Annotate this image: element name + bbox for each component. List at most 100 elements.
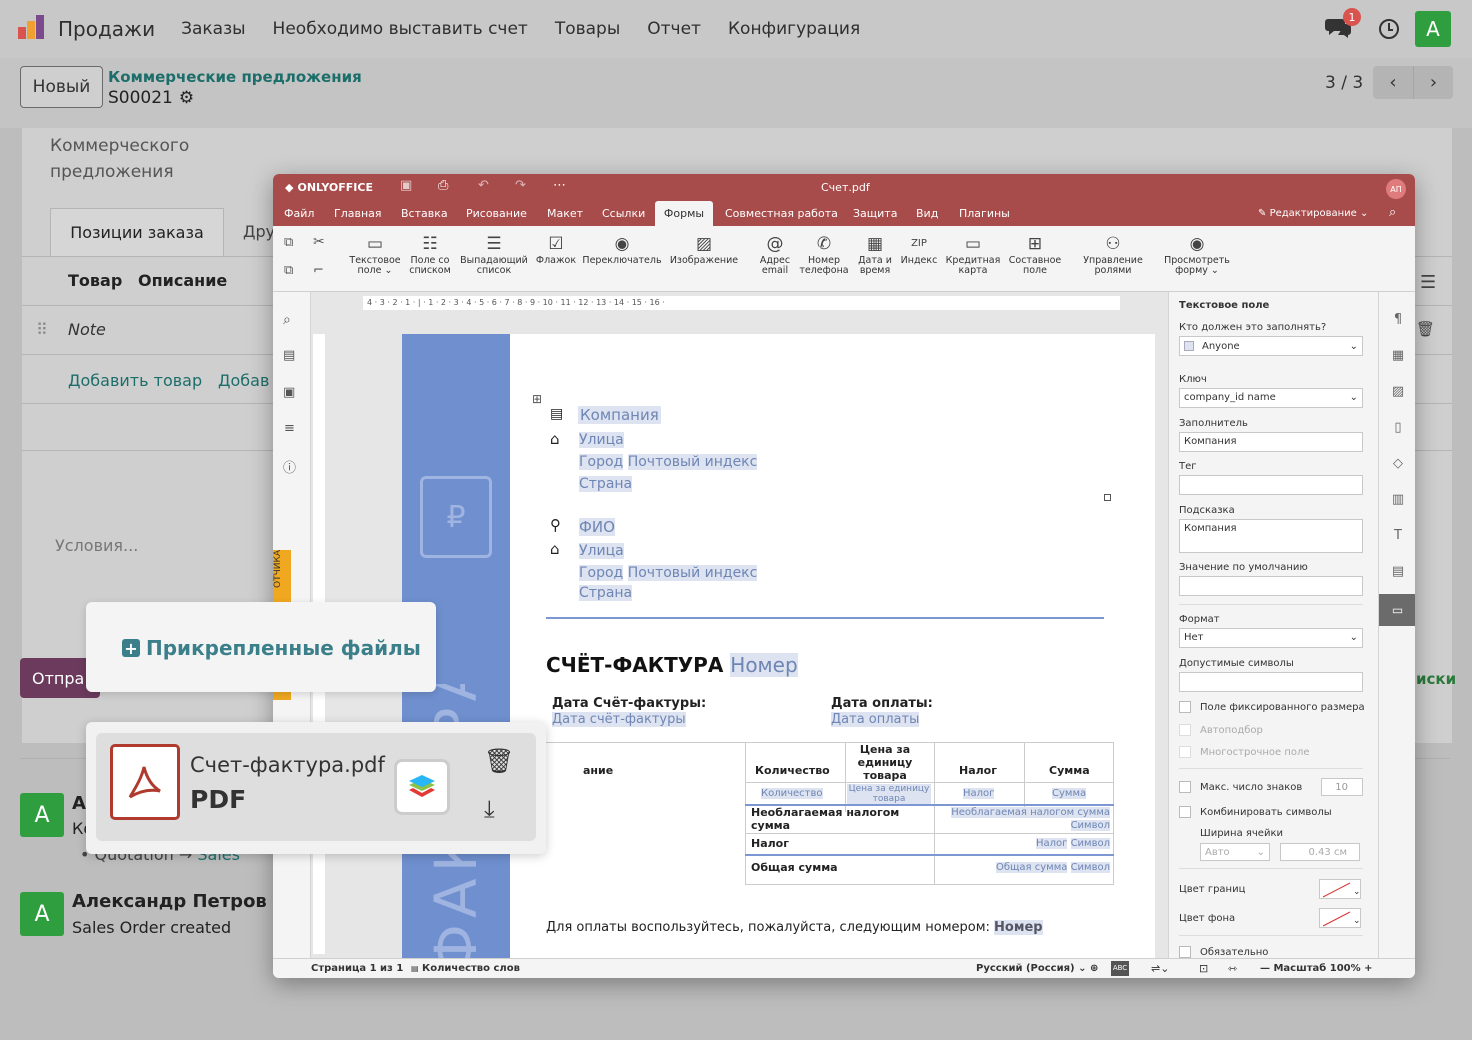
field-pay-date[interactable]: Дата оплаты: [831, 712, 920, 727]
trash-icon[interactable]: 🗑: [1416, 320, 1435, 338]
language-select[interactable]: Русский (Россия) ⌄ ⊕: [976, 963, 1098, 974]
cell-qty[interactable]: Количество: [761, 788, 823, 799]
print-icon[interactable]: ⎙: [438, 178, 448, 193]
image-icon[interactable]: ▨: [1389, 384, 1407, 402]
copy-icon[interactable]: ⧉: [284, 235, 293, 250]
text-art-icon[interactable]: T: [1389, 528, 1407, 546]
table-icon[interactable]: ▦: [1389, 348, 1407, 366]
multiline-checkbox[interactable]: Многострочное поле: [1179, 746, 1310, 758]
zoom-control[interactable]: — Масштаб 100% +: [1260, 963, 1373, 974]
tab-other[interactable]: Дру: [243, 222, 275, 241]
pager-prev-button[interactable]: ‹: [1373, 66, 1413, 99]
radio-tool[interactable]: ◉ Переключатель: [581, 232, 663, 266]
credit-card-tool[interactable]: ▭ Кредитная карта: [945, 232, 1001, 276]
email-tool[interactable]: @ Адрес email: [751, 232, 799, 276]
form-settings-tab[interactable]: ▭: [1379, 594, 1415, 626]
default-input[interactable]: [1179, 576, 1363, 596]
download-icon[interactable]: ⤓: [484, 795, 495, 823]
attachments-header[interactable]: + Прикрепленные файлы: [122, 636, 421, 660]
menu-forms[interactable]: Формы: [655, 201, 713, 226]
menu-references[interactable]: Ссылки: [602, 207, 645, 220]
menu-view[interactable]: Вид: [916, 207, 938, 220]
mail-merge-icon[interactable]: ▤: [1389, 564, 1407, 582]
menu-home[interactable]: Главная: [334, 207, 382, 220]
bg-color-picker[interactable]: ⌄: [1319, 908, 1361, 928]
checkbox-tool[interactable]: ☑ Флажок: [531, 232, 581, 266]
field-invoice-number[interactable]: Номер: [730, 653, 798, 677]
comb-checkbox[interactable]: Комбинировать символы: [1179, 806, 1332, 818]
field-symbol[interactable]: Символ: [1070, 862, 1110, 873]
menu-orders[interactable]: Заказы: [181, 19, 245, 39]
manage-roles-tool[interactable]: ⚇ Управление ролями: [1081, 232, 1145, 276]
field-zip[interactable]: Почтовый индекс: [627, 454, 758, 470]
info-icon[interactable]: ⓘ: [283, 457, 296, 476]
user-avatar[interactable]: A: [1415, 11, 1451, 47]
field-fio[interactable]: ФИО: [579, 518, 615, 536]
combobox-tool[interactable]: ☷ Поле со списком: [404, 232, 456, 276]
page-count[interactable]: Страница 1 из 1: [311, 963, 403, 974]
paragraph-icon[interactable]: ¶: [1389, 312, 1407, 330]
border-color-picker[interactable]: ⌄: [1319, 879, 1361, 899]
search-icon[interactable]: ⌕: [1389, 205, 1396, 220]
who-select[interactable]: Anyone ⌄: [1179, 336, 1363, 356]
search-icon[interactable]: ⌕: [283, 312, 291, 328]
navigation-icon[interactable]: ≡: [284, 421, 295, 436]
file-name[interactable]: Счет-фактура.pdf: [190, 753, 385, 777]
activity-clock-icon[interactable]: [1379, 19, 1399, 39]
gear-icon[interactable]: ⚙: [179, 88, 194, 108]
menu-plugins[interactable]: Плагины: [959, 207, 1010, 220]
field-symbol[interactable]: Символ: [1070, 820, 1110, 831]
attachment-item[interactable]: Счет-фактура.pdf PDF 🗑 ⤓: [96, 733, 536, 841]
field-pay-number[interactable]: Номер: [994, 920, 1043, 935]
cell-tax[interactable]: Налог: [963, 788, 995, 799]
tip-input[interactable]: Компания: [1179, 519, 1363, 553]
cell-width-input[interactable]: 0.43 см: [1280, 843, 1360, 861]
selection-handle[interactable]: [1104, 494, 1111, 501]
field-inv-date[interactable]: Дата счёт-фактуры: [552, 712, 686, 727]
comments-icon[interactable]: ▤: [283, 348, 295, 363]
column-settings-icon[interactable]: ☰: [1420, 272, 1436, 293]
text-field-tool[interactable]: ▭ Текстовое поле ⌄: [346, 232, 404, 276]
tab-order-lines[interactable]: Позиции заказа: [50, 208, 224, 256]
add-product-link[interactable]: Добавить товар: [68, 371, 202, 390]
max-chars-checkbox[interactable]: Макс. число знаков: [1179, 781, 1302, 793]
required-checkbox[interactable]: Обязательно: [1179, 946, 1268, 958]
note-line[interactable]: Note: [68, 320, 106, 339]
dropdown-tool[interactable]: ☰ Выпадающий список: [457, 232, 531, 276]
onlyoffice-open-button[interactable]: [394, 759, 450, 815]
fixed-size-checkbox[interactable]: Поле фиксированного размера: [1179, 701, 1365, 713]
fit-page-icon[interactable]: ⊡: [1199, 962, 1208, 975]
chat-icon[interactable]: ▣: [283, 385, 295, 400]
chart-icon[interactable]: ▥: [1389, 492, 1407, 510]
field-company[interactable]: Компания: [578, 406, 661, 424]
field-street2[interactable]: Улица: [579, 543, 624, 559]
menu-to-invoice[interactable]: Необходимо выставить счет: [273, 19, 528, 39]
zip-tool[interactable]: ZIP Индекс: [897, 232, 941, 266]
header-footer-icon[interactable]: ▯: [1389, 420, 1407, 438]
trash-icon[interactable]: 🗑: [484, 747, 514, 775]
field-city2[interactable]: Город: [579, 565, 624, 581]
cut-icon[interactable]: ✂: [313, 234, 325, 250]
field-zip2[interactable]: Почтовый индекс: [627, 565, 758, 581]
key-select[interactable]: company_id name ⌄: [1179, 388, 1363, 408]
new-button[interactable]: Новый: [20, 66, 103, 108]
autofit-checkbox[interactable]: Автоподбор: [1179, 724, 1263, 736]
max-chars-input[interactable]: 10: [1321, 778, 1363, 796]
redo-icon[interactable]: ↷: [515, 178, 526, 193]
menu-layout[interactable]: Макет: [547, 207, 583, 220]
drag-handle-icon[interactable]: ⠿: [36, 320, 48, 339]
messages-icon[interactable]: 1: [1325, 8, 1361, 42]
field-tax-free[interactable]: Необлагаемая налогом сумма: [951, 807, 1110, 818]
format-select[interactable]: Нет ⌄: [1179, 628, 1363, 648]
cell-sum[interactable]: Сумма: [1052, 788, 1087, 799]
anchor-icon[interactable]: ⊞: [532, 392, 542, 406]
menu-protect[interactable]: Защита: [853, 207, 897, 220]
field-city[interactable]: Город: [579, 454, 624, 470]
spellcheck-icon[interactable]: ABC: [1111, 961, 1129, 976]
view-form-tool[interactable]: ◉ Просмотреть форму ⌄: [1162, 232, 1232, 276]
allowed-input[interactable]: [1179, 672, 1363, 692]
menu-reporting[interactable]: Отчет: [647, 19, 701, 39]
menu-configuration[interactable]: Конфигурация: [728, 19, 860, 39]
placeholder-input[interactable]: Компания: [1179, 432, 1363, 452]
more-icon[interactable]: ⋯: [553, 178, 566, 193]
